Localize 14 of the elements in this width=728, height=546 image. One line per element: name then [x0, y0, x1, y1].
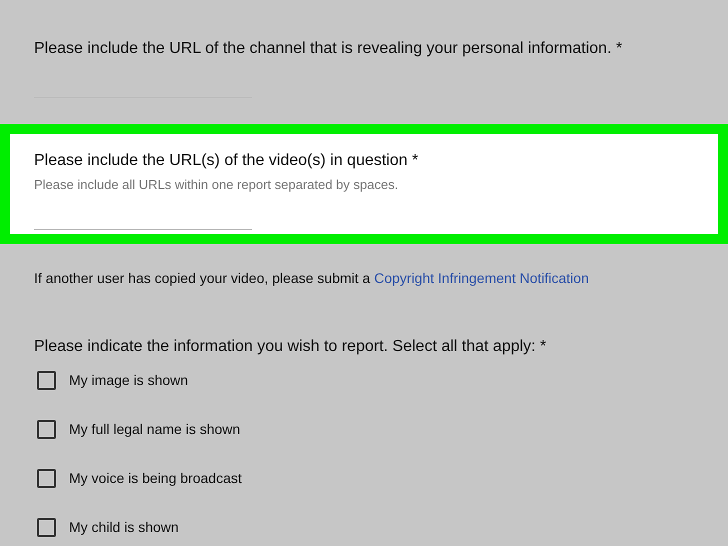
checkbox[interactable]	[37, 420, 56, 439]
option-label: My voice is being broadcast	[69, 469, 242, 488]
question-title: Please indicate the information you wish to report. Select all that apply: *	[33, 337, 548, 357]
notice-text: If another user has copied your video, please submit a Copyright Infringement Notification	[33, 269, 590, 288]
hint-text: Please include all URLs within one report separated by spaces.	[34, 176, 400, 194]
checkbox[interactable]	[37, 371, 56, 390]
option-label: My image is shown	[69, 371, 188, 390]
checkbox[interactable]	[37, 469, 56, 488]
checkbox[interactable]	[37, 518, 56, 537]
question-title: Please include the URL of the channel that is revealing your personal information. *	[34, 39, 624, 59]
copyright-link[interactable]: Copyright Infringement Notification	[374, 270, 589, 286]
option-label: My child is shown	[69, 518, 179, 537]
option-label: My full legal name is shown	[69, 420, 240, 439]
question-title: Please include the URL(s) of the video(s) in question *	[34, 151, 420, 171]
